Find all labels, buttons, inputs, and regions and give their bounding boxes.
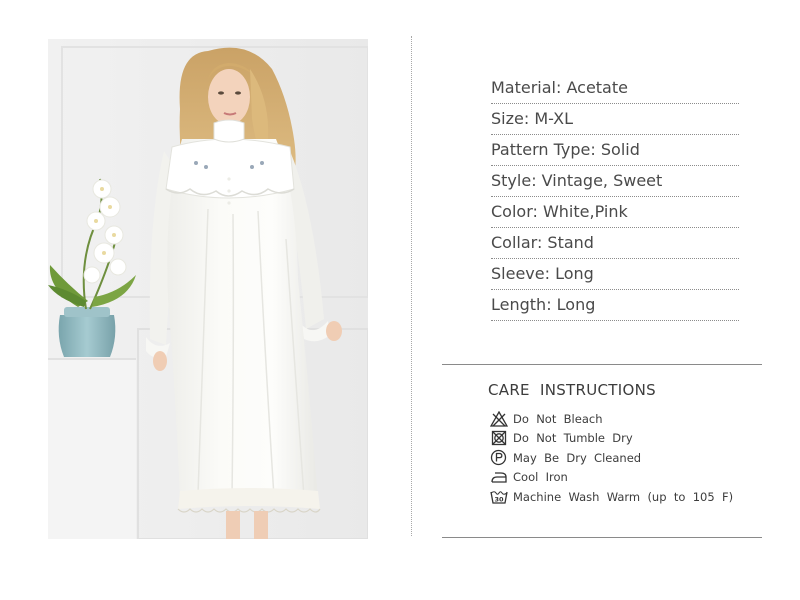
care-section-bottom-rule (442, 537, 762, 538)
care-instructions-list: Do Not Bleach Do Not Tumble Dry May Be D… (489, 409, 733, 507)
product-specs-list: Material: Acetate Size: M-XL Pattern Typ… (491, 74, 739, 322)
spec-material: Material: Acetate (491, 74, 739, 104)
model-in-nightgown-image (48, 39, 368, 539)
spec-color: Color: White,Pink (491, 198, 739, 228)
spec-sleeve: Sleeve: Long (491, 260, 739, 290)
care-item-label: May Be Dry Cleaned (513, 450, 642, 465)
machine-wash-icon: 30 (489, 488, 508, 505)
care-instructions-title: CARE INSTRUCTIONS (488, 381, 656, 399)
dry-clean-icon (489, 449, 508, 466)
care-item-cool-iron: Cool Iron (489, 468, 733, 488)
care-item-label: Do Not Tumble Dry (513, 431, 633, 446)
care-item-do-not-bleach: Do Not Bleach (489, 409, 733, 429)
wash-temperature-label: 30 (494, 495, 504, 503)
vertical-divider (411, 36, 412, 536)
spec-style: Style: Vintage, Sweet (491, 167, 739, 197)
spec-pattern-type: Pattern Type: Solid (491, 136, 739, 166)
care-item-label: Cool Iron (513, 470, 568, 485)
spec-size: Size: M-XL (491, 105, 739, 135)
spec-collar: Collar: Stand (491, 229, 739, 259)
do-not-tumble-dry-icon (489, 430, 508, 447)
cool-iron-icon (489, 469, 508, 486)
product-photo (48, 39, 368, 539)
product-detail-page: Material: Acetate Size: M-XL Pattern Typ… (0, 0, 800, 600)
spec-length: Length: Long (491, 291, 739, 321)
care-item-machine-wash: 30 Machine Wash Warm (up to 105 F) (489, 487, 733, 507)
do-not-bleach-icon (489, 410, 508, 427)
care-item-label: Do Not Bleach (513, 411, 603, 426)
care-item-dry-clean: May Be Dry Cleaned (489, 448, 733, 468)
care-section-top-rule (442, 364, 762, 365)
care-item-label: Machine Wash Warm (up to 105 F) (513, 489, 734, 504)
care-item-do-not-tumble-dry: Do Not Tumble Dry (489, 429, 733, 449)
